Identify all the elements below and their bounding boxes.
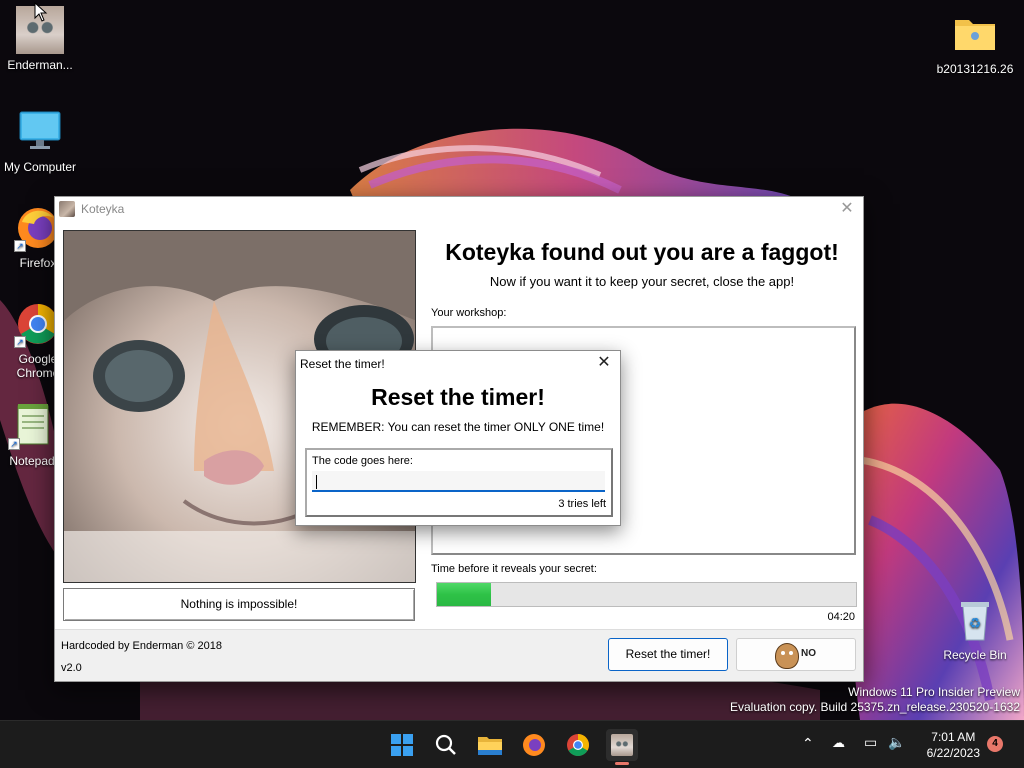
- cloud-offline-icon[interactable]: ☁: [832, 735, 845, 751]
- start-button[interactable]: [386, 729, 418, 761]
- dialog-heading: Reset the timer!: [371, 384, 545, 410]
- clock-date: 6/22/2023: [926, 746, 980, 760]
- dialog-remember-text: REMEMBER: You can reset the timer ONLY O…: [311, 420, 605, 434]
- nothing-is-impossible-button[interactable]: Nothing is impossible!: [63, 588, 415, 621]
- search-button[interactable]: [430, 729, 462, 761]
- code-label: The code goes here:: [312, 455, 413, 467]
- tries-left: 3 tries left: [558, 498, 606, 510]
- code-group: The code goes here: 3 tries left: [305, 448, 613, 517]
- desktop-icon-my-computer[interactable]: My Computer: [0, 108, 80, 174]
- network-icon[interactable]: ▭: [864, 734, 877, 751]
- subheadline: Now if you want it to keep your secret, …: [489, 274, 795, 289]
- shortcut-arrow-icon: ↗: [14, 336, 26, 348]
- shortcut-arrow-icon: ↗: [14, 240, 26, 252]
- windows-logo-icon: [391, 734, 413, 756]
- window-footer: Hardcoded by Enderman © 2018 v2.0 Reset …: [55, 629, 863, 681]
- taskbar-clock[interactable]: 7:01 AM 6/22/2023: [927, 729, 980, 761]
- notification-badge[interactable]: 4: [987, 736, 1003, 752]
- desktop-icon-label: My Computer: [3, 160, 77, 174]
- desktop-icon-recycle-bin[interactable]: ♻ Recycle Bin: [935, 596, 1015, 662]
- clock-time: 7:01 AM: [931, 730, 976, 744]
- app-icon: [59, 201, 75, 217]
- baldi-face-icon: [775, 643, 799, 669]
- no-button[interactable]: NO: [736, 638, 856, 671]
- version-text: v2.0: [61, 662, 82, 674]
- timer-progress-bar: [436, 582, 857, 607]
- recycle-bin-icon: ♻: [951, 596, 999, 644]
- watermark-line-1: Windows 11 Pro Insider Preview: [848, 685, 1020, 699]
- workshop-label: Your workshop:: [431, 307, 507, 319]
- watermark-line-2: Evaluation copy. Build 25375.zn_release.…: [730, 700, 1020, 714]
- desktop-icon-label: Recycle Bin: [943, 648, 1007, 662]
- monitor-icon: [16, 108, 64, 156]
- close-icon[interactable]: ✕: [837, 199, 857, 219]
- chrome-icon: [567, 734, 589, 756]
- search-icon: [435, 734, 456, 755]
- timer-label: Time before it reveals your secret:: [431, 563, 597, 575]
- chevron-up-icon[interactable]: ⌃: [802, 735, 814, 752]
- koteyka-taskbar-button[interactable]: [606, 729, 638, 765]
- notepad-icon: ↗: [8, 402, 56, 450]
- timer-progress-fill: [437, 583, 492, 606]
- time-remaining: 04:20: [827, 611, 855, 623]
- headline: Koteyka found out you are a faggot!: [445, 239, 839, 265]
- folder-icon: [951, 10, 999, 58]
- speaker-icon[interactable]: 🔈: [888, 734, 905, 751]
- chrome-taskbar-button[interactable]: [562, 729, 594, 761]
- firefox-taskbar-button[interactable]: [518, 729, 550, 761]
- desktop-icon-label: Enderman...: [7, 58, 73, 72]
- dialog-title: Reset the timer!: [300, 357, 385, 371]
- windows-watermark: Windows 11 Pro Insider Preview Evaluatio…: [730, 685, 1020, 715]
- taskbar: ⌃ ☁ ▭ 🔈 7:01 AM 6/22/2023 4: [0, 720, 1024, 768]
- dialog-close-icon[interactable]: ✕: [594, 353, 614, 373]
- no-label: NO: [801, 648, 816, 659]
- mouse-pointer-icon: [34, 2, 48, 22]
- desktop-icon-label: b20131216.26: [936, 62, 1014, 76]
- window-titlebar[interactable]: Koteyka ✕: [55, 197, 863, 221]
- shortcut-arrow-icon: ↗: [8, 438, 20, 450]
- svg-text:♻: ♻: [969, 615, 982, 631]
- reset-timer-dialog: Reset the timer! ✕ Reset the timer! REME…: [295, 350, 621, 526]
- text-cursor: [316, 475, 317, 489]
- window-title: Koteyka: [81, 202, 125, 216]
- file-explorer-button[interactable]: [474, 729, 506, 761]
- reset-timer-button[interactable]: Reset the timer!: [608, 638, 728, 671]
- desktop-icon-folder[interactable]: b20131216.26: [935, 10, 1015, 76]
- cat-app-icon: [611, 734, 633, 756]
- credit-text: Hardcoded by Enderman © 2018: [61, 640, 222, 652]
- firefox-icon: [523, 734, 545, 756]
- code-input[interactable]: [312, 471, 605, 492]
- folder-icon: [478, 737, 502, 755]
